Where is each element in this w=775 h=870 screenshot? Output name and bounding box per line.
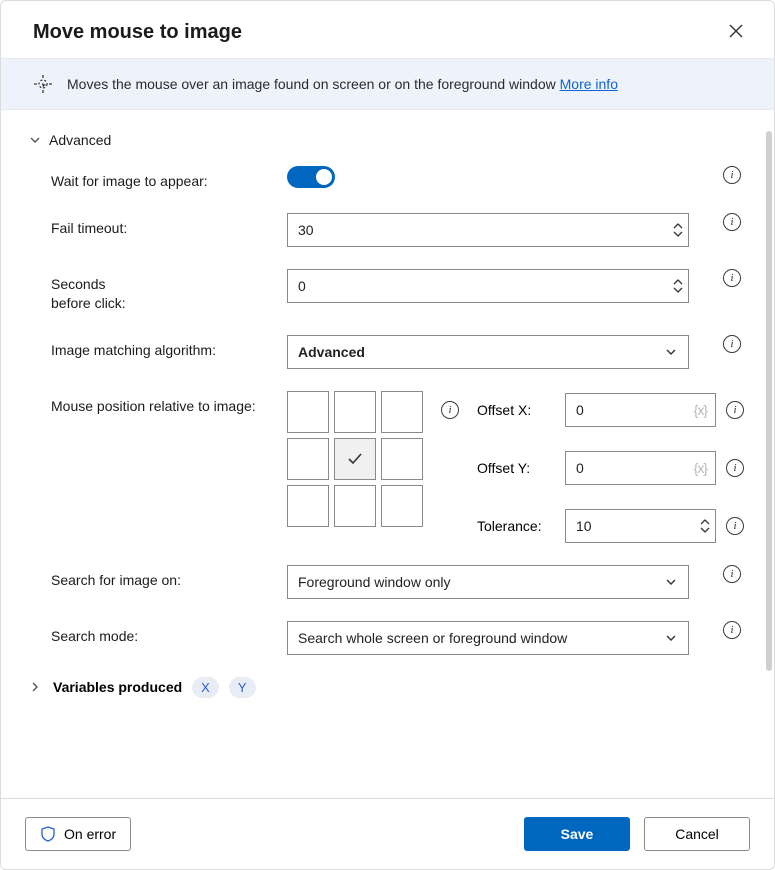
info-icon[interactable]: i xyxy=(723,166,741,184)
pos-bottom-left[interactable] xyxy=(287,485,329,527)
mouse-position-row: Mouse position relative to image: i xyxy=(51,391,744,543)
pos-top-center[interactable] xyxy=(334,391,376,433)
offset-y-input[interactable]: 0 {x} xyxy=(565,451,716,485)
advanced-section-toggle[interactable]: Advanced xyxy=(27,132,744,148)
dialog-footer: On error Save Cancel xyxy=(1,798,774,869)
fail-timeout-label: Fail timeout: xyxy=(51,213,287,238)
wait-for-image-toggle[interactable] xyxy=(287,166,335,188)
info-icon[interactable]: i xyxy=(441,401,459,419)
info-icon[interactable]: i xyxy=(723,269,741,287)
search-on-select[interactable]: Foreground window only xyxy=(287,565,689,599)
cursor-target-icon xyxy=(33,75,53,93)
fail-timeout-input[interactable]: 30 xyxy=(287,213,689,247)
chevron-down-icon xyxy=(664,345,678,359)
chevron-down-icon xyxy=(27,132,43,148)
dialog-title: Move mouse to image xyxy=(33,21,242,44)
info-icon[interactable]: i xyxy=(723,621,741,639)
chevron-right-icon xyxy=(27,679,43,695)
offset-x-row: Offset X: 0 {x} i xyxy=(477,393,744,427)
dialog-header: Move mouse to image xyxy=(1,1,774,58)
pos-bottom-center[interactable] xyxy=(334,485,376,527)
spinner-icon[interactable] xyxy=(673,223,683,237)
search-mode-label: Search mode: xyxy=(51,621,287,646)
variable-y-chip[interactable]: Y xyxy=(229,677,256,698)
shield-icon xyxy=(40,826,56,842)
on-error-button[interactable]: On error xyxy=(25,817,131,851)
pos-top-left[interactable] xyxy=(287,391,329,433)
info-icon[interactable]: i xyxy=(726,401,744,419)
close-icon xyxy=(728,23,744,39)
fail-timeout-row: Fail timeout: 30 i xyxy=(51,213,744,247)
search-mode-row: Search mode: Search whole screen or fore… xyxy=(51,621,744,655)
mouse-position-label: Mouse position relative to image: xyxy=(51,391,287,416)
pos-middle-center[interactable] xyxy=(334,438,376,480)
spinner-icon[interactable] xyxy=(673,279,683,293)
algorithm-label: Image matching algorithm: xyxy=(51,335,287,360)
spinner-icon[interactable] xyxy=(700,519,710,533)
pos-top-right[interactable] xyxy=(381,391,423,433)
tolerance-input[interactable]: 10 xyxy=(565,509,716,543)
dialog-body: Advanced Wait for image to appear: i Fai… xyxy=(1,110,774,798)
variable-hint-icon[interactable]: {x} xyxy=(694,460,707,476)
offset-x-input[interactable]: 0 {x} xyxy=(565,393,716,427)
save-button[interactable]: Save xyxy=(524,817,630,851)
cancel-button[interactable]: Cancel xyxy=(644,817,750,851)
variables-produced-section[interactable]: Variables produced X Y xyxy=(27,677,744,698)
search-mode-select[interactable]: Search whole screen or foreground window xyxy=(287,621,689,655)
offset-y-row: Offset Y: 0 {x} i xyxy=(477,451,744,485)
tolerance-row: Tolerance: 10 i xyxy=(477,509,744,543)
scrollbar[interactable] xyxy=(766,131,772,671)
variable-hint-icon[interactable]: {x} xyxy=(694,402,707,418)
algorithm-row: Image matching algorithm: Advanced i xyxy=(51,335,744,369)
offset-y-label: Offset Y: xyxy=(477,460,555,476)
wait-for-image-label: Wait for image to appear: xyxy=(51,166,287,191)
pos-middle-right[interactable] xyxy=(381,438,423,480)
wait-for-image-row: Wait for image to appear: i xyxy=(51,166,744,191)
search-on-row: Search for image on: Foreground window o… xyxy=(51,565,744,599)
variable-x-chip[interactable]: X xyxy=(192,677,219,698)
pos-bottom-right[interactable] xyxy=(381,485,423,527)
info-icon[interactable]: i xyxy=(726,459,744,477)
chevron-down-icon xyxy=(664,631,678,645)
move-mouse-dialog: Move mouse to image Moves the mouse over… xyxy=(0,0,775,870)
info-banner: Moves the mouse over an image found on s… xyxy=(1,58,774,110)
banner-text: Moves the mouse over an image found on s… xyxy=(67,76,618,92)
search-on-label: Search for image on: xyxy=(51,565,287,590)
seconds-before-click-label: Seconds before click: xyxy=(51,269,287,313)
seconds-before-click-input[interactable]: 0 xyxy=(287,269,689,303)
info-icon[interactable]: i xyxy=(723,213,741,231)
pos-middle-left[interactable] xyxy=(287,438,329,480)
info-icon[interactable]: i xyxy=(726,517,744,535)
info-icon[interactable]: i xyxy=(723,335,741,353)
seconds-before-click-row: Seconds before click: 0 i xyxy=(51,269,744,313)
more-info-link[interactable]: More info xyxy=(560,76,618,92)
offset-column: Offset X: 0 {x} i Offset Y: 0 {x} xyxy=(477,393,744,543)
offset-x-label: Offset X: xyxy=(477,402,555,418)
check-icon xyxy=(345,449,365,469)
chevron-down-icon xyxy=(664,575,678,589)
info-icon[interactable]: i xyxy=(723,565,741,583)
position-grid xyxy=(287,391,423,527)
tolerance-label: Tolerance: xyxy=(477,518,555,534)
close-button[interactable] xyxy=(722,17,750,48)
algorithm-select[interactable]: Advanced xyxy=(287,335,689,369)
